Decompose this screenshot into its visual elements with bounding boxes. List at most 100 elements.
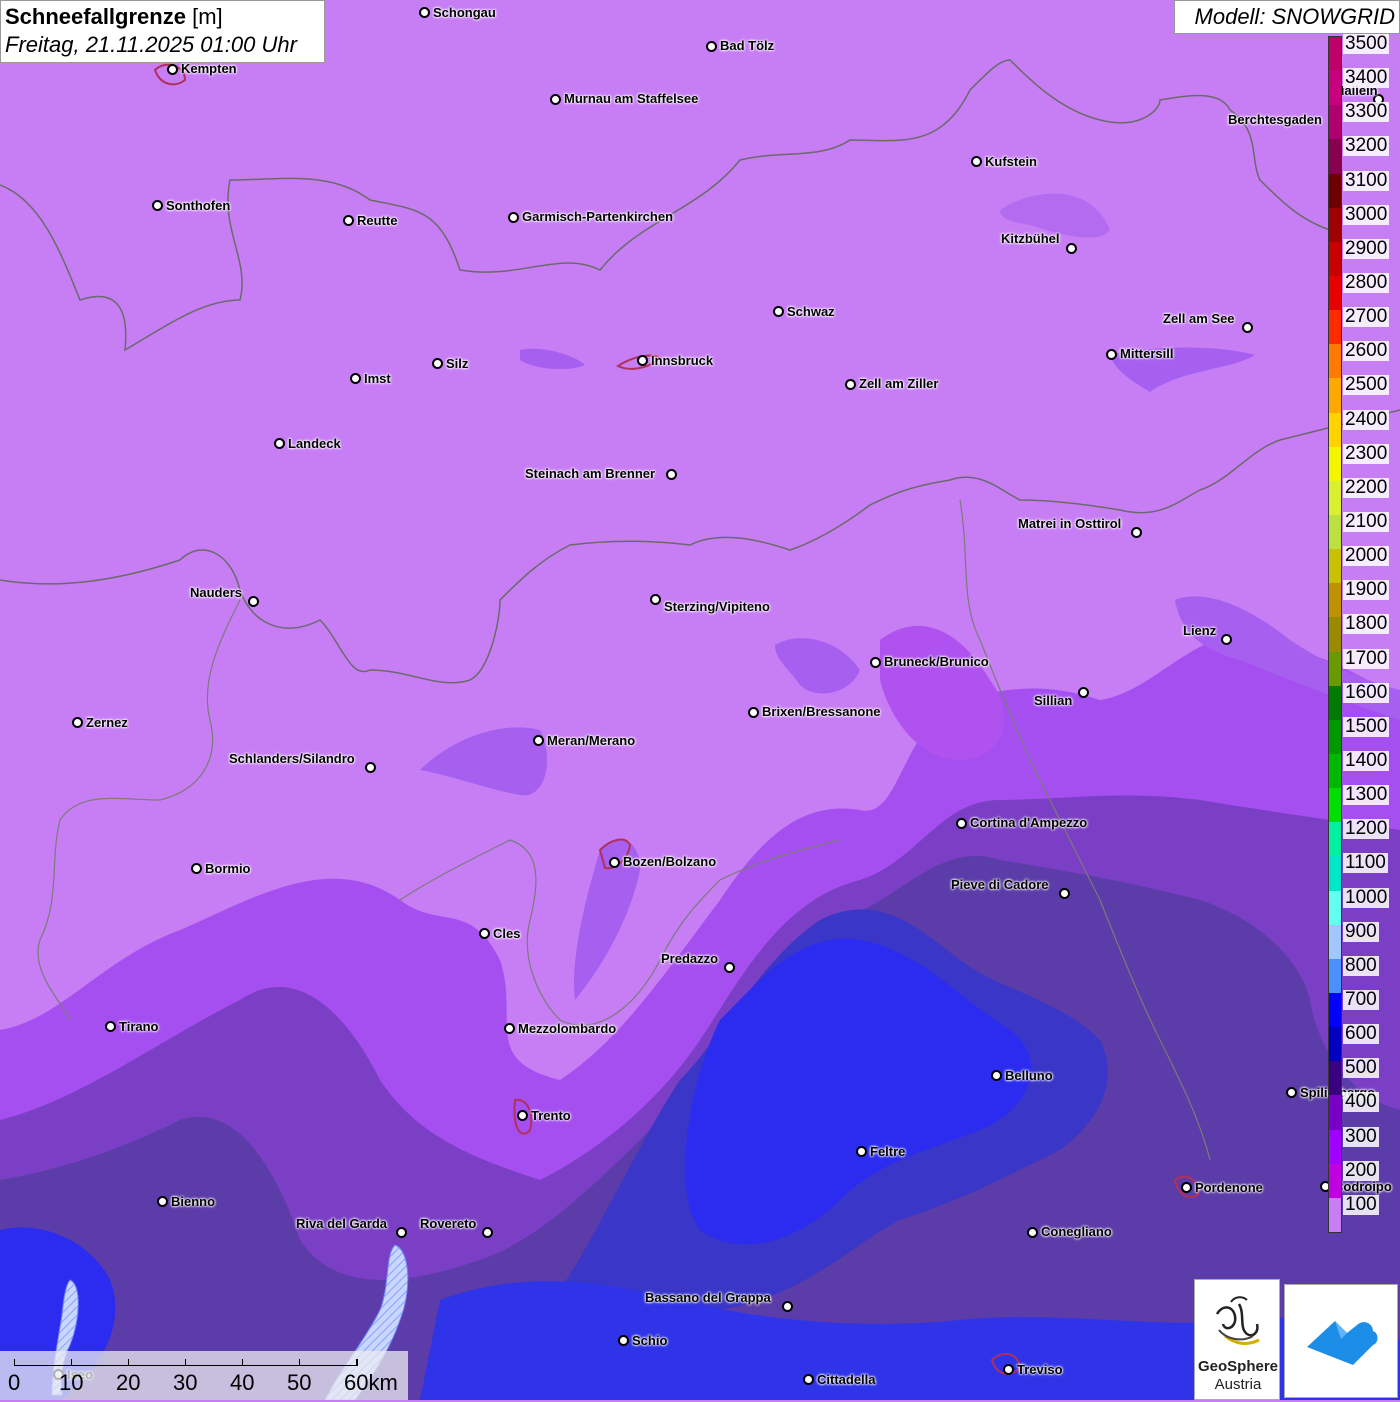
geosphere-logo[interactable]: GeoSphere Austria	[1194, 1279, 1280, 1400]
weather-app-logo[interactable]	[1284, 1284, 1398, 1398]
city-label[interactable]: Kufstein	[985, 154, 1037, 169]
city-label[interactable]: Schongau	[433, 5, 496, 20]
city-label[interactable]: Schlanders/Silandro	[229, 751, 355, 766]
city-label[interactable]: Sonthofen	[166, 198, 230, 213]
city-marker[interactable]	[105, 1021, 116, 1032]
city-label[interactable]: Cortina d'Ampezzo	[970, 815, 1087, 830]
city-label[interactable]: Mezzolombardo	[518, 1021, 616, 1036]
city-label[interactable]: Zell am Ziller	[859, 376, 938, 391]
city-label[interactable]: Murnau am Staffelsee	[564, 91, 698, 106]
city-label[interactable]: Bienno	[171, 1194, 215, 1209]
city-marker[interactable]	[167, 64, 178, 75]
city-label[interactable]: Rovereto	[420, 1216, 476, 1231]
city-marker[interactable]	[72, 717, 83, 728]
city-label[interactable]: Feltre	[870, 1144, 905, 1159]
city-label[interactable]: Predazzo	[661, 951, 718, 966]
city-marker[interactable]	[152, 200, 163, 211]
city-marker[interactable]	[706, 41, 717, 52]
city-marker[interactable]	[637, 355, 648, 366]
city-marker[interactable]	[650, 594, 661, 605]
city-label[interactable]: Kempten	[181, 61, 237, 76]
city-marker[interactable]	[274, 438, 285, 449]
city-label[interactable]: Pordenone	[1195, 1180, 1263, 1195]
city-marker[interactable]	[971, 156, 982, 167]
city-label[interactable]: Berchtesgaden	[1228, 112, 1322, 127]
city-label[interactable]: Imst	[364, 371, 391, 386]
city-marker[interactable]	[1027, 1227, 1038, 1238]
city-label[interactable]: Tirano	[119, 1019, 159, 1034]
city-label[interactable]: Reutte	[357, 213, 397, 228]
city-label[interactable]: Bad Tölz	[720, 38, 774, 53]
city-label[interactable]: Lienz	[1183, 623, 1216, 638]
city-marker[interactable]	[666, 469, 677, 480]
city-marker[interactable]	[991, 1070, 1002, 1081]
city-label[interactable]: Schwaz	[787, 304, 835, 319]
city-marker[interactable]	[1003, 1364, 1014, 1375]
city-marker[interactable]	[550, 94, 561, 105]
city-label[interactable]: Brixen/Bressanone	[762, 704, 881, 719]
city-label[interactable]: Bozen/Bolzano	[623, 854, 716, 869]
city-marker[interactable]	[1242, 322, 1253, 333]
city-marker[interactable]	[1059, 888, 1070, 899]
city-marker[interactable]	[724, 962, 735, 973]
city-label[interactable]: Innsbruck	[651, 353, 713, 368]
city-marker[interactable]	[508, 212, 519, 223]
city-label[interactable]: Bassano del Grappa	[645, 1290, 771, 1305]
city-marker[interactable]	[350, 373, 361, 384]
city-label[interactable]: Bruneck/Brunico	[884, 654, 989, 669]
city-marker[interactable]	[517, 1110, 528, 1121]
city-marker[interactable]	[419, 7, 430, 18]
city-label[interactable]: Schio	[632, 1333, 667, 1348]
city-marker[interactable]	[748, 707, 759, 718]
city-label[interactable]: Trento	[531, 1108, 571, 1123]
city-label[interactable]: Nauders	[190, 585, 242, 600]
city-label[interactable]: Sillian	[1034, 693, 1072, 708]
city-marker[interactable]	[432, 358, 443, 369]
city-marker[interactable]	[803, 1374, 814, 1385]
city-marker[interactable]	[773, 306, 784, 317]
city-label[interactable]: Cittadella	[817, 1372, 876, 1387]
city-marker[interactable]	[618, 1335, 629, 1346]
city-label[interactable]: Silz	[446, 356, 468, 371]
city-marker[interactable]	[191, 863, 202, 874]
city-marker[interactable]	[782, 1301, 793, 1312]
city-label[interactable]: Riva del Garda	[296, 1216, 387, 1231]
city-marker[interactable]	[1221, 634, 1232, 645]
city-label[interactable]: Sterzing/Vipiteno	[664, 599, 770, 614]
city-label[interactable]: Meran/Merano	[547, 733, 635, 748]
city-label[interactable]: Steinach am Brenner	[525, 466, 655, 481]
city-marker[interactable]	[845, 379, 856, 390]
city-label[interactable]: Belluno	[1005, 1068, 1053, 1083]
city-marker[interactable]	[1066, 243, 1077, 254]
city-label[interactable]: Conegliano	[1041, 1224, 1112, 1239]
city-marker[interactable]	[343, 215, 354, 226]
city-marker[interactable]	[1286, 1087, 1297, 1098]
city-marker[interactable]	[870, 657, 881, 668]
city-marker[interactable]	[1078, 687, 1089, 698]
city-marker[interactable]	[609, 857, 620, 868]
city-marker[interactable]	[479, 928, 490, 939]
city-label[interactable]: Landeck	[288, 436, 341, 451]
city-marker[interactable]	[1106, 349, 1117, 360]
city-marker[interactable]	[157, 1196, 168, 1207]
city-marker[interactable]	[248, 596, 259, 607]
city-label[interactable]: Garmisch-Partenkirchen	[522, 209, 673, 224]
city-marker[interactable]	[504, 1023, 515, 1034]
city-marker[interactable]	[956, 818, 967, 829]
city-marker[interactable]	[1131, 527, 1142, 538]
city-label[interactable]: Cles	[493, 926, 520, 941]
city-marker[interactable]	[396, 1227, 407, 1238]
city-label[interactable]: Bormio	[205, 861, 251, 876]
city-marker[interactable]	[482, 1227, 493, 1238]
city-marker[interactable]	[1181, 1182, 1192, 1193]
city-marker[interactable]	[856, 1146, 867, 1157]
city-marker[interactable]	[533, 735, 544, 746]
city-label[interactable]: Kitzbühel	[1001, 231, 1060, 246]
city-marker[interactable]	[365, 762, 376, 773]
city-label[interactable]: Pieve di Cadore	[951, 877, 1049, 892]
city-label[interactable]: Treviso	[1017, 1362, 1063, 1377]
city-label[interactable]: Zell am See	[1163, 311, 1235, 326]
city-label[interactable]: Zernez	[86, 715, 128, 730]
city-label[interactable]: Matrei in Osttirol	[1018, 516, 1121, 531]
city-label[interactable]: Mittersill	[1120, 346, 1173, 361]
